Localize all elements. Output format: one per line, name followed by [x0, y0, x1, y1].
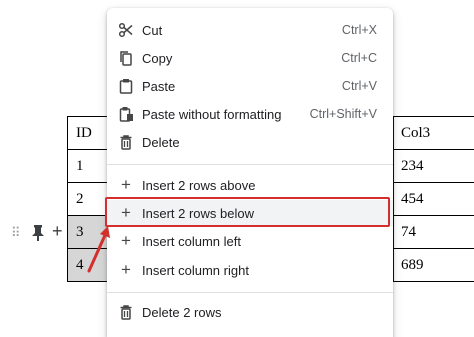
drag-handle-icon[interactable]: ⠿ [11, 226, 23, 240]
menu-item-paste[interactable]: Paste Ctrl+V [107, 73, 393, 99]
document-table-col3: Col3 234 454 74 689 [393, 116, 474, 282]
clipboard-icon [118, 78, 134, 94]
menu-item-cut[interactable]: Cut Ctrl+X [107, 17, 393, 43]
menu-item-insert-column-right[interactable]: + Insert column right [107, 257, 393, 283]
plus-icon: + [121, 260, 131, 279]
menu-item-delete[interactable]: Delete [107, 129, 393, 155]
scissors-icon [118, 22, 134, 38]
menu-item-label: Copy [142, 50, 173, 66]
table-row: 2 [67, 182, 108, 216]
menu-item-label: Paste without formatting [142, 106, 282, 122]
table-row: ID [67, 116, 108, 150]
annotation-arrow-icon [87, 226, 110, 273]
trash-icon [118, 304, 134, 320]
menu-item-copy[interactable]: Copy Ctrl+C [107, 45, 393, 71]
plus-icon: + [121, 175, 131, 194]
table-row: 689 [393, 248, 474, 282]
pin-icon[interactable] [31, 224, 45, 242]
menu-item-label: Paste [142, 78, 176, 94]
menu-item-label: Delete [142, 134, 180, 150]
menu-item-label: Cut [142, 22, 163, 38]
table-cell[interactable]: Col3 [393, 116, 474, 150]
table-cell[interactable]: 2 [67, 182, 108, 216]
table-row: 1 [67, 149, 108, 183]
table-cell[interactable]: 689 [393, 248, 474, 282]
add-row-icon[interactable]: + [52, 222, 63, 240]
table-cell[interactable]: ID [67, 116, 108, 150]
annotation-highlight-box [105, 197, 390, 227]
table-cell[interactable]: 74 [393, 215, 474, 249]
menu-item-label: Insert 2 rows above [142, 177, 256, 193]
menu-item-label: Delete 2 rows [142, 304, 222, 320]
copy-icon [118, 50, 134, 66]
table-row: Col3 [393, 116, 474, 150]
table-cell[interactable]: 1 [67, 149, 108, 183]
context-menu: Cut Ctrl+X Copy Ctrl+C Paste Ctrl+V Past… [107, 8, 393, 337]
table-row: 74 [393, 215, 474, 249]
menu-item-label: Insert column left [142, 233, 241, 249]
menu-divider [107, 292, 393, 293]
menu-item-insert-rows-above[interactable]: + Insert 2 rows above [107, 172, 393, 198]
clipboard-plain-icon [118, 106, 134, 122]
menu-item-shortcut: Ctrl+C [341, 51, 377, 65]
menu-item-shortcut: Ctrl+V [341, 79, 377, 93]
trash-icon [118, 134, 134, 150]
menu-item-label: Insert column right [142, 262, 249, 278]
table-cell[interactable]: 234 [393, 149, 474, 183]
menu-item-delete-rows[interactable]: Delete 2 rows [107, 299, 393, 325]
table-row: 454 [393, 182, 474, 216]
menu-divider [107, 164, 393, 165]
menu-item-shortcut: Ctrl+X [341, 23, 377, 37]
menu-item-shortcut: Ctrl+Shift+V [309, 107, 377, 121]
table-cell[interactable]: 454 [393, 182, 474, 216]
plus-icon: + [121, 231, 131, 250]
menu-item-paste-without-formatting[interactable]: Paste without formatting Ctrl+Shift+V [107, 101, 393, 127]
menu-item-insert-column-left[interactable]: + Insert column left [107, 228, 393, 254]
table-row: 234 [393, 149, 474, 183]
